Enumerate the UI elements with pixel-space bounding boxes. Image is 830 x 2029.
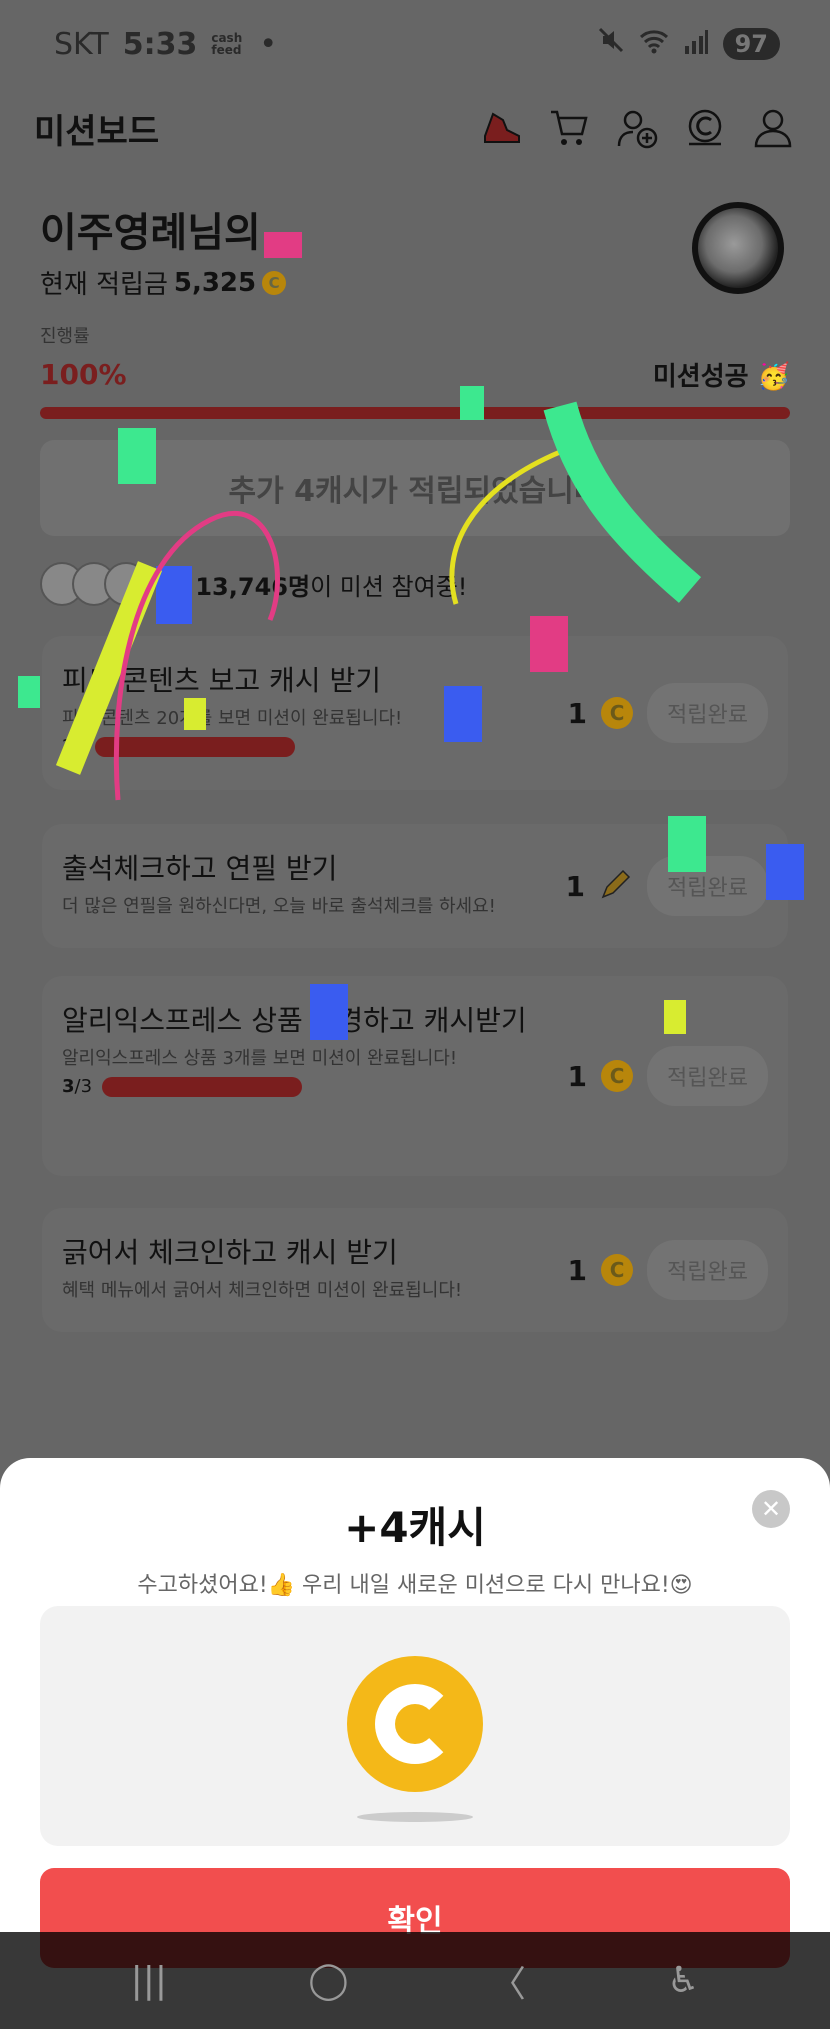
confetti-piece: [310, 984, 348, 1040]
recent-apps-icon[interactable]: |||: [131, 1960, 167, 2001]
progress-label: 진행률: [40, 326, 90, 347]
mission-progress-done: 3: [62, 1076, 75, 1097]
coin-c-mark: [375, 1684, 455, 1764]
claimed-button[interactable]: 적립완료: [647, 856, 768, 916]
coin-icon: C: [262, 270, 287, 295]
coin-icon: C: [601, 1254, 634, 1286]
cart-icon[interactable]: [546, 105, 592, 151]
cashfeed-badge: cash feed: [211, 31, 243, 57]
reward-message: 수고하셨어요!👍 우리 내일 새로운 미션으로 다시 만나요!😍: [137, 1573, 693, 1598]
confetti-piece: [668, 816, 706, 872]
balance-value: 5,325: [173, 267, 257, 298]
home-icon[interactable]: ◯: [308, 1960, 348, 2001]
wifi-icon: [639, 27, 669, 62]
mission-reward-amount: 1: [565, 869, 586, 903]
app-header: 미션보드: [0, 88, 830, 168]
add-user-icon[interactable]: [614, 105, 660, 151]
close-icon[interactable]: ✕: [752, 1490, 790, 1528]
balance-row: 현재 적립금 5,325 C: [40, 264, 790, 301]
mission-title: 긁어서 체크인하고 캐시 받기: [62, 1236, 398, 1269]
confetti-streamers: [55, 401, 702, 801]
mission-reward-amount: 1: [567, 1059, 588, 1093]
pencil-icon: [599, 867, 633, 905]
status-bar: SKT 5:33 cash feed • 97: [0, 0, 830, 88]
mute-icon: [597, 26, 625, 62]
clock: 5:33: [122, 26, 198, 62]
mission-progress-bar: [102, 1076, 303, 1097]
profile-section: 이주영례님의 현재 적립금 5,325 C: [40, 200, 790, 300]
carrier: SKT: [54, 26, 109, 62]
mission-reward-amount: 1: [567, 1253, 588, 1287]
avatar[interactable]: [692, 202, 784, 294]
signal-icon: [683, 27, 709, 62]
cash-coin-icon[interactable]: [682, 105, 728, 151]
confetti-piece: [264, 232, 302, 258]
shoe-icon[interactable]: [478, 105, 524, 151]
coin-display: [40, 1606, 790, 1846]
profile-icon[interactable]: [750, 105, 796, 151]
reward-amount: +4캐시: [344, 1503, 486, 1552]
accessibility-icon[interactable]: ♿: [667, 1960, 699, 2001]
confetti-piece: [664, 1000, 686, 1034]
confetti-piece: [766, 844, 804, 900]
back-icon[interactable]: 〈: [490, 1955, 526, 2007]
mission-title: 알리익스프레스 상품 구경하고 캐시받기: [62, 1004, 527, 1037]
coin-icon: C: [601, 1060, 634, 1092]
coin-shadow: [357, 1812, 473, 1822]
balance-label: 현재 적립금: [40, 270, 168, 300]
battery-indicator: 97: [722, 28, 780, 60]
mission-card[interactable]: 긁어서 체크인하고 캐시 받기 혜택 메뉴에서 긁어서 체크인하면 미션이 완료…: [42, 1208, 788, 1332]
user-name: 이주영례님의: [40, 210, 261, 256]
page-title: 미션보드: [34, 111, 160, 152]
mission-progress-total: /3: [74, 1076, 93, 1097]
mission-title: 출석체크하고 연필 받기: [62, 852, 338, 885]
notification-dot-icon: •: [259, 26, 278, 62]
system-nav-bar: ||| ◯ 〈 ♿: [0, 1932, 830, 2029]
claimed-button[interactable]: 적립완료: [647, 1240, 768, 1300]
cash-coin-icon: [347, 1656, 483, 1792]
claimed-button[interactable]: 적립완료: [647, 1046, 768, 1106]
